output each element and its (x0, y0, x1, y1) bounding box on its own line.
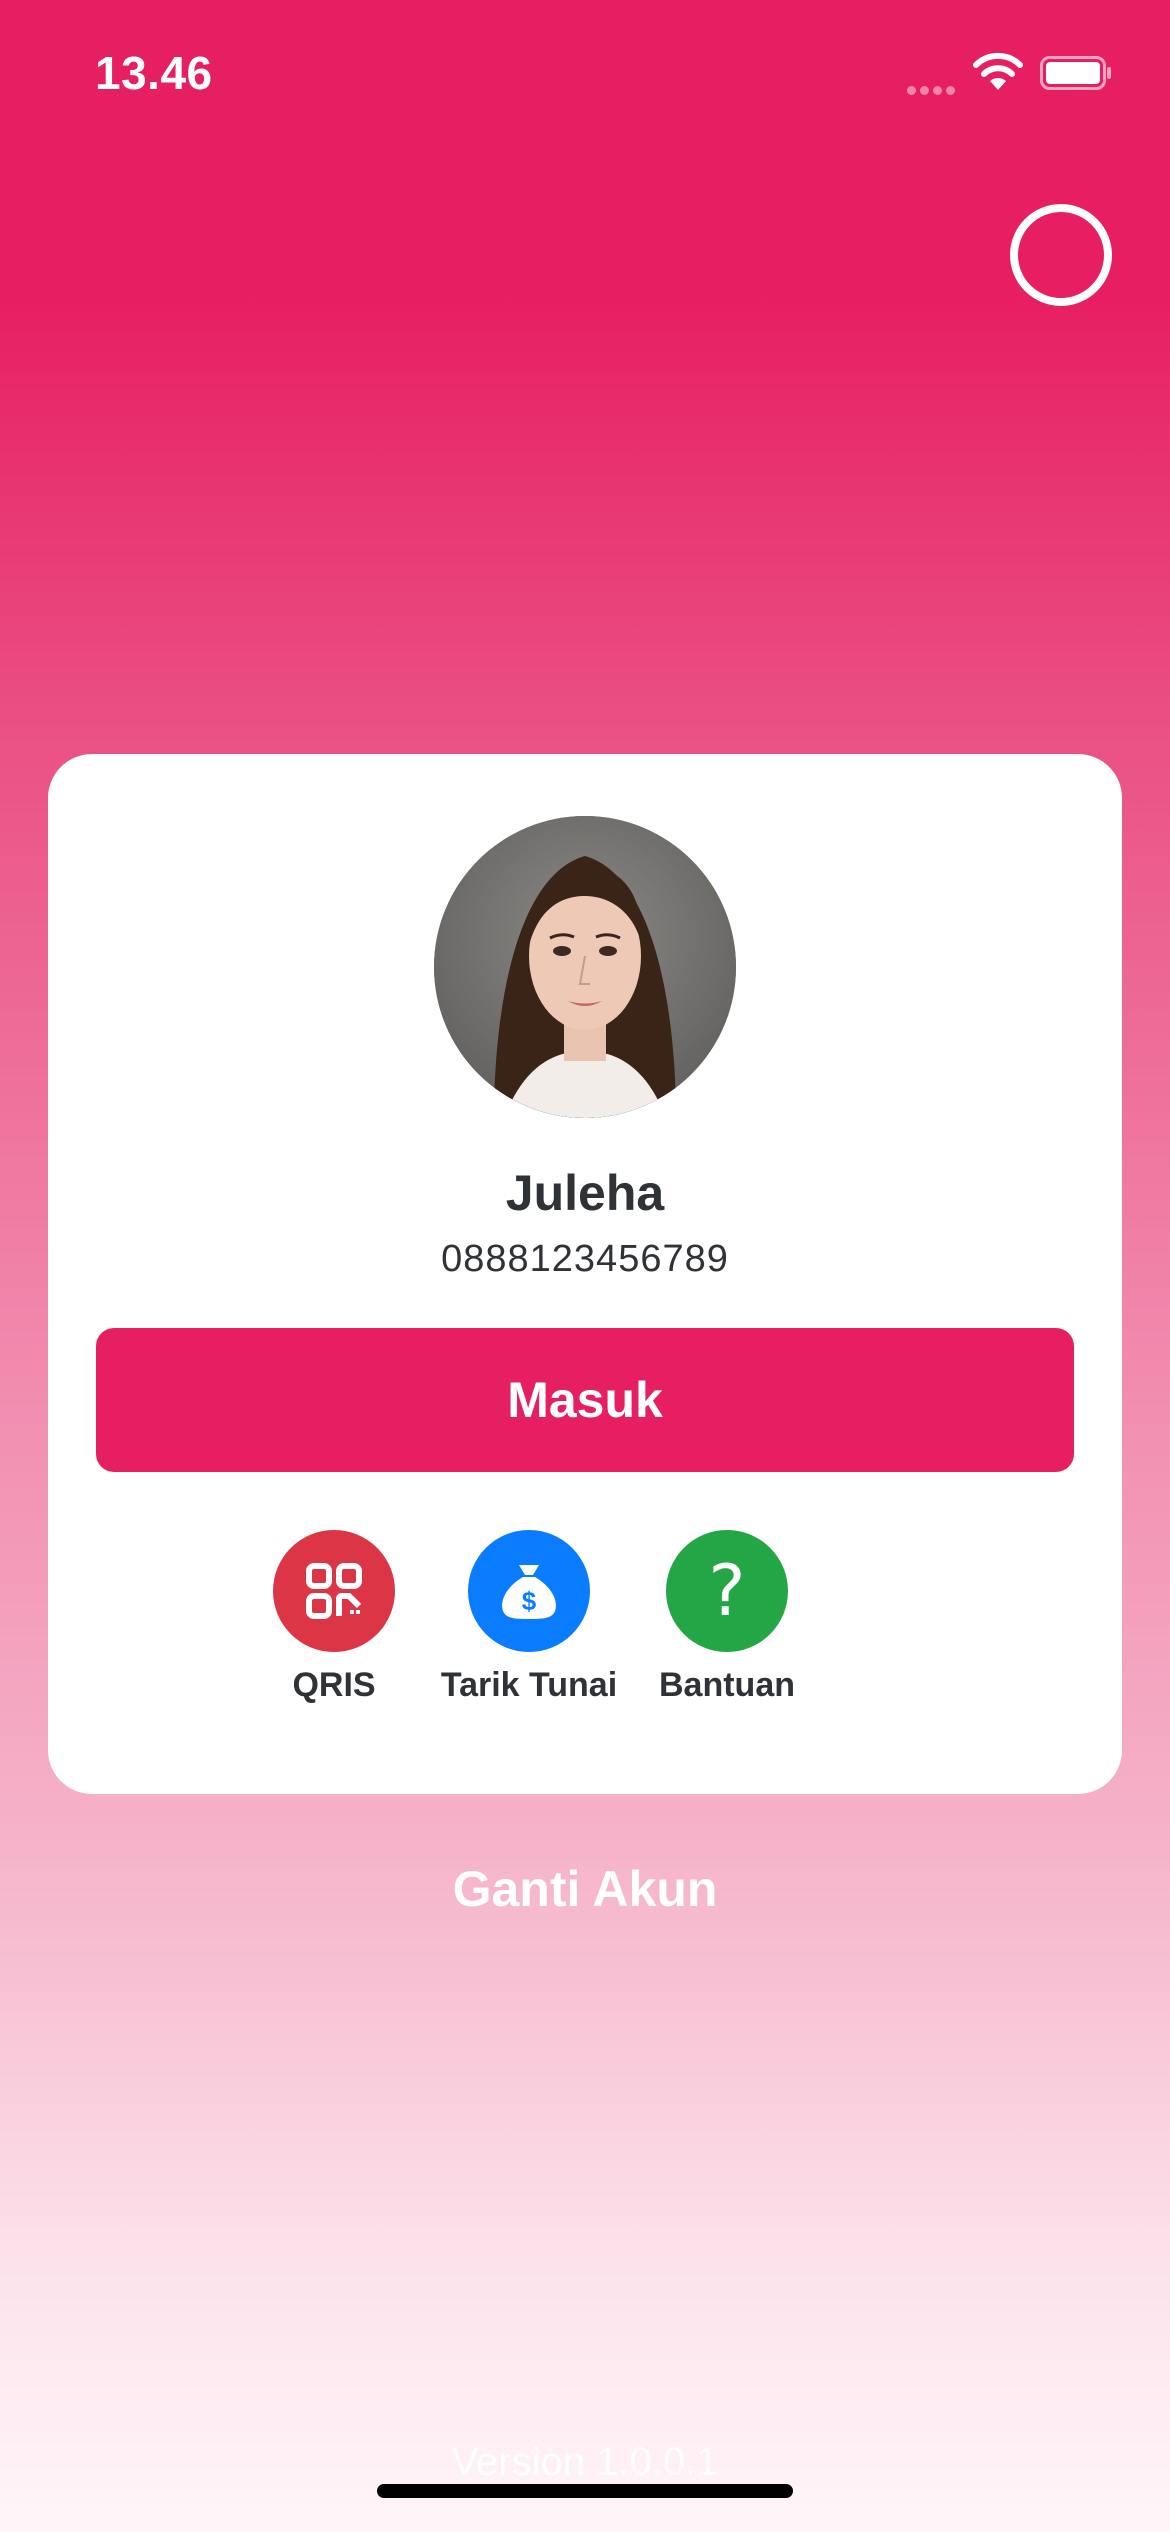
bantuan-label: Bantuan (659, 1666, 795, 1704)
loading-indicator-icon (1010, 204, 1112, 306)
login-button[interactable]: Masuk (96, 1328, 1074, 1472)
avatar (434, 816, 736, 1118)
question-mark-icon[interactable]: ? (666, 1530, 788, 1652)
qris-button[interactable]: QRIS (234, 1530, 434, 1705)
status-bar: 13.46 (0, 0, 1170, 150)
qr-code-icon[interactable] (273, 1530, 395, 1652)
wifi-icon (973, 52, 1023, 90)
qris-label: QRIS (292, 1666, 376, 1704)
tarik-tunai-label: Tarik Tunai (440, 1666, 618, 1704)
status-time: 13.46 (95, 47, 213, 99)
profile-card: Juleha 0888123456789 Masuk QRIS $ Tarik … (48, 754, 1122, 1794)
svg-text:$: $ (522, 1586, 537, 1616)
user-phone-number: 0888123456789 (441, 1238, 729, 1280)
tarik-tunai-button[interactable]: $ Tarik Tunai (429, 1530, 629, 1705)
battery-icon (1040, 56, 1111, 90)
bantuan-button[interactable]: ? Bantuan (627, 1530, 827, 1705)
cellular-signal-icon (907, 82, 959, 95)
user-name: Juleha (505, 1165, 665, 1221)
quick-actions: QRIS $ Tarik Tunai ? Bantuan (48, 1530, 1122, 1720)
home-indicator[interactable] (377, 2484, 793, 2498)
version-text: Version 1.0.0.1 (451, 2440, 719, 2484)
money-bag-icon[interactable]: $ (468, 1530, 590, 1652)
avatar-photo (434, 816, 736, 1118)
switch-account-link[interactable]: Ganti Akun (0, 1860, 1170, 1918)
